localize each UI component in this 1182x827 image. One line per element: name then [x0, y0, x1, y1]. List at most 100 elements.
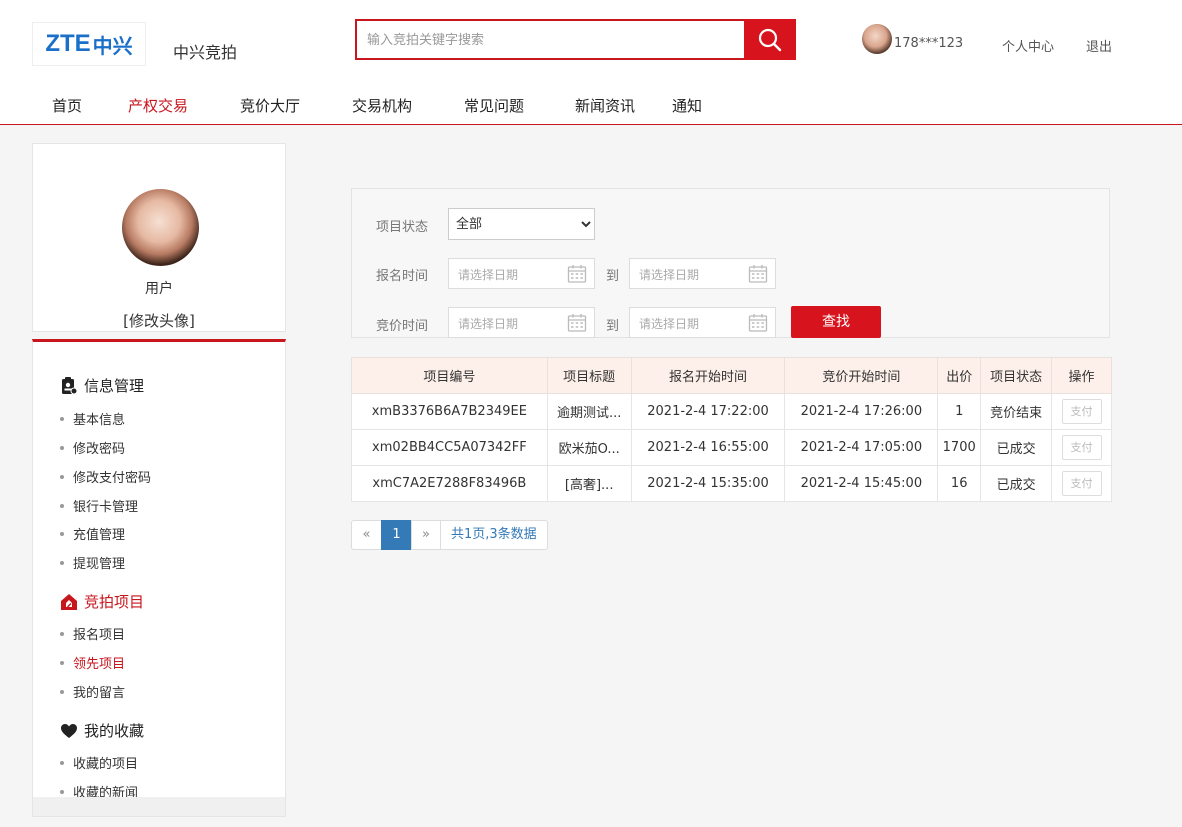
calendar-icon: [748, 314, 768, 332]
table-row: xmC7A2E7288F83496B [高奢]... 2021-2-4 15:3…: [351, 465, 1112, 502]
menu-item-withdraw[interactable]: 提现管理: [60, 553, 125, 572]
cell-action: 支付: [1051, 393, 1112, 430]
signup-end-date[interactable]: 请选择日期: [629, 258, 776, 289]
cell-project-no: xm02BB4CC5A07342FF: [351, 429, 548, 466]
search-button[interactable]: [744, 19, 796, 60]
main-nav: 首页 产权交易 竞价大厅 交易机构 常见问题 新闻资讯 通知: [0, 95, 1182, 121]
bullet-dot: [60, 760, 64, 765]
col-header-bid-start: 竞价开始时间: [784, 357, 939, 394]
cell-title[interactable]: 逾期测试...: [546, 393, 632, 430]
col-header-bid-count: 出价: [937, 357, 982, 394]
user-name[interactable]: 178***123: [894, 36, 963, 51]
menu-item-label: 提现管理: [73, 557, 126, 572]
menu-item-change-pay-password[interactable]: 修改支付密码: [60, 467, 151, 486]
nav-item-trading-agencies[interactable]: 交易机构: [352, 95, 412, 116]
cell-bid-count: 1: [937, 393, 982, 430]
cell-signup-start: 2021-2-4 15:35:00: [630, 465, 786, 502]
zte-logo[interactable]: ZTE 中兴: [32, 22, 146, 66]
signup-start-date[interactable]: 请选择日期: [448, 258, 595, 289]
calendar-icon: [567, 265, 587, 283]
cell-status: 竞价结束: [980, 393, 1053, 430]
col-header-status: 项目状态: [980, 357, 1053, 394]
date-placeholder: 请选择日期: [639, 317, 700, 331]
table-header-row: 项目编号 项目标题 报名开始时间 竞价开始时间 出价 项目状态 操作: [351, 357, 1112, 394]
menu-item-recharge[interactable]: 充值管理: [60, 524, 125, 543]
pay-button[interactable]: 支付: [1061, 435, 1102, 460]
status-select[interactable]: 全部: [448, 208, 595, 240]
nav-item-news[interactable]: 新闻资讯: [575, 95, 635, 116]
cell-title[interactable]: 欧米茄O...: [546, 429, 632, 466]
date-placeholder: 请选择日期: [639, 268, 700, 282]
cell-bid-count: 1700: [937, 429, 982, 466]
nav-item-faq[interactable]: 常见问题: [464, 95, 524, 116]
bullet-dot: [60, 445, 64, 450]
menu-item-my-messages[interactable]: 我的留言: [60, 682, 125, 701]
bullet-dot: [60, 474, 64, 479]
heart-icon: [60, 722, 78, 740]
menu-item-bank-cards[interactable]: 银行卡管理: [60, 496, 138, 515]
profile-card: 用户 [修改头像]: [32, 143, 286, 332]
cell-title[interactable]: [高奢]...: [546, 465, 632, 502]
cell-bid-start: 2021-2-4 15:45:00: [784, 465, 939, 502]
personal-center-link[interactable]: 个人中心: [1002, 36, 1054, 55]
user-avatar[interactable]: [862, 24, 892, 54]
cell-action: 支付: [1051, 465, 1112, 502]
pay-button[interactable]: 支付: [1061, 471, 1102, 496]
search-input[interactable]: [367, 29, 737, 51]
cell-bid-start: 2021-2-4 17:05:00: [784, 429, 939, 466]
logout-link[interactable]: 退出: [1086, 36, 1112, 55]
menu-group-favorites: 我的收藏: [60, 720, 144, 741]
site-name: 中兴竞拍: [173, 43, 238, 62]
menu-item-label: 基本信息: [73, 413, 126, 428]
date-placeholder: 请选择日期: [458, 268, 519, 282]
menu-item-label: 银行卡管理: [73, 500, 139, 515]
table-row: xmB3376B6A7B2349EE 逾期测试... 2021-2-4 17:2…: [351, 393, 1112, 430]
menu-item-fav-projects[interactable]: 收藏的项目: [60, 753, 138, 772]
filter-panel: 项目状态 全部 报名时间 请选择日期 到 请选择日期 竞价时间 请选择日期 到 …: [351, 188, 1110, 338]
sidebar-footer: [32, 797, 286, 817]
bid-time-label: 竞价时间: [376, 319, 429, 334]
cell-signup-start: 2021-2-4 17:22:00: [630, 393, 786, 430]
col-header-action: 操作: [1051, 357, 1112, 394]
pager-current-page[interactable]: 1: [381, 520, 412, 550]
pay-button[interactable]: 支付: [1061, 399, 1102, 424]
menu-item-signup-projects[interactable]: 报名项目: [60, 624, 125, 643]
bullet-dot: [60, 560, 64, 565]
cell-status: 已成交: [980, 465, 1053, 502]
menu-item-label: 充值管理: [73, 528, 126, 543]
bid-end-date[interactable]: 请选择日期: [629, 307, 776, 338]
nav-item-property-trading[interactable]: 产权交易: [128, 95, 188, 116]
logo-text-chinese: 中兴: [92, 33, 133, 58]
bullet-dot: [60, 789, 64, 794]
find-button[interactable]: 查找: [791, 306, 881, 338]
table-row: xm02BB4CC5A07342FF 欧米茄O... 2021-2-4 16:5…: [351, 429, 1112, 466]
status-label: 项目状态: [376, 220, 429, 235]
pager-next-button[interactable]: »: [411, 520, 441, 550]
site-header: ZTE 中兴 中兴竞拍 178***123 个人中心 退出 首页 产权交易 竞价…: [0, 0, 1182, 125]
cell-action: 支付: [1051, 429, 1112, 466]
nav-item-bidding-hall[interactable]: 竞价大厅: [240, 95, 300, 116]
menu-item-leading-projects[interactable]: 领先项目: [60, 653, 125, 672]
menu-group-title: 信息管理: [84, 377, 145, 395]
id-badge-icon: [60, 376, 78, 395]
house-icon: [60, 593, 78, 611]
pagination: « 1 » 共1页,3条数据: [351, 520, 548, 550]
cell-status: 已成交: [980, 429, 1053, 466]
menu-item-change-password[interactable]: 修改密码: [60, 438, 125, 457]
menu-item-label: 修改密码: [73, 442, 126, 457]
bullet-dot: [60, 631, 64, 636]
menu-group-info: 信息管理: [60, 375, 144, 396]
cell-bid-count: 16: [937, 465, 982, 502]
bid-start-date[interactable]: 请选择日期: [448, 307, 595, 338]
cell-bid-start: 2021-2-4 17:26:00: [784, 393, 939, 430]
menu-group-title: 竞拍项目: [84, 593, 145, 611]
logo-text-latin: ZTE: [45, 30, 91, 57]
menu-item-basic-info[interactable]: 基本信息: [60, 409, 125, 428]
nav-item-notice[interactable]: 通知: [672, 95, 702, 116]
edit-avatar-link[interactable]: [修改头像]: [33, 310, 285, 331]
pager-prev-button[interactable]: «: [351, 520, 382, 550]
cell-signup-start: 2021-2-4 16:55:00: [630, 429, 786, 466]
bullet-dot: [60, 660, 64, 665]
nav-item-home[interactable]: 首页: [52, 95, 82, 116]
search-icon: [758, 28, 782, 51]
